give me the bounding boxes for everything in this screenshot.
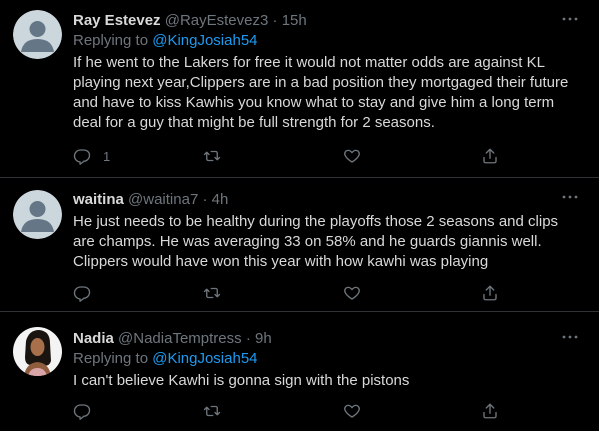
retweet-button[interactable] [203, 145, 221, 167]
more-icon[interactable] [561, 328, 579, 346]
tweet-text: I can't believe Kawhi is gonna sign with… [73, 372, 410, 389]
reply-icon [73, 149, 91, 165]
timestamp[interactable]: 15h [282, 12, 307, 29]
tweet-content: Ray Estevez @RayEstevez3 · 15h Replying … [73, 11, 583, 133]
like-button[interactable] [343, 400, 361, 422]
separator: · [272, 12, 278, 29]
avatar[interactable] [13, 190, 62, 239]
replying-to: Replying to @KingJosiah54 [73, 31, 583, 51]
like-button[interactable] [343, 282, 361, 304]
tweet-actions [73, 400, 503, 422]
mention-link[interactable]: @KingJosiah54 [152, 350, 257, 367]
tweet[interactable]: Nadia @NadiaTemptress · 9h Replying to @… [0, 312, 599, 431]
share-button[interactable] [481, 145, 499, 167]
tweet-text: He just needs to be healthy during the p… [73, 213, 559, 270]
reply-button[interactable] [73, 400, 91, 422]
user-handle[interactable]: @waitina7 [128, 191, 198, 208]
heart-icon [344, 404, 360, 418]
default-avatar-icon [13, 190, 62, 239]
reply-count: 1 [103, 148, 111, 164]
reply-icon [73, 404, 91, 420]
user-handle[interactable]: @NadiaTemptress [118, 330, 242, 347]
more-icon[interactable] [561, 10, 579, 28]
retweet-icon [203, 405, 221, 417]
tweet-header: Ray Estevez @RayEstevez3 · 15h [73, 11, 583, 31]
tweet[interactable]: Ray Estevez @RayEstevez3 · 15h Replying … [0, 0, 599, 178]
avatar[interactable] [13, 327, 62, 376]
default-avatar-icon [13, 10, 62, 59]
tweet-feed: Ray Estevez @RayEstevez3 · 15h Replying … [0, 0, 599, 431]
tweet-actions: 1 [73, 145, 503, 167]
display-name[interactable]: Ray Estevez [73, 12, 161, 29]
share-icon [483, 285, 497, 301]
tweet-header: waitina @waitina7 · 4h [73, 190, 583, 210]
user-handle[interactable]: @RayEstevez3 [165, 12, 269, 29]
display-name[interactable]: Nadia [73, 330, 114, 347]
tweet-actions [73, 282, 503, 304]
retweet-button[interactable] [203, 400, 221, 422]
replying-to-label: Replying to [73, 32, 153, 49]
separator: · [202, 191, 208, 208]
like-button[interactable] [343, 145, 361, 167]
display-name[interactable]: waitina [73, 191, 124, 208]
separator: · [245, 330, 251, 347]
reply-button[interactable]: 1 [73, 145, 110, 167]
share-icon [483, 403, 497, 419]
timestamp[interactable]: 4h [212, 191, 229, 208]
timestamp[interactable]: 9h [255, 330, 272, 347]
retweet-icon [203, 287, 221, 299]
avatar[interactable] [13, 10, 62, 59]
tweet-text: If he went to the Lakers for free it wou… [73, 54, 569, 131]
profile-photo-icon [13, 327, 62, 376]
replying-to: Replying to @KingJosiah54 [73, 349, 583, 369]
heart-icon [344, 149, 360, 163]
tweet-header: Nadia @NadiaTemptress · 9h [73, 329, 583, 349]
share-button[interactable] [481, 282, 499, 304]
share-icon [483, 148, 497, 164]
replying-to-label: Replying to [73, 350, 153, 367]
heart-icon [344, 286, 360, 300]
tweet-content: waitina @waitina7 · 4h He just needs to … [73, 190, 583, 272]
more-icon[interactable] [561, 188, 579, 206]
tweet[interactable]: waitina @waitina7 · 4h He just needs to … [0, 178, 599, 312]
share-button[interactable] [481, 400, 499, 422]
mention-link[interactable]: @KingJosiah54 [152, 32, 257, 49]
retweet-icon [203, 150, 221, 162]
retweet-button[interactable] [203, 282, 221, 304]
reply-icon [73, 286, 91, 302]
tweet-content: Nadia @NadiaTemptress · 9h Replying to @… [73, 329, 583, 391]
reply-button[interactable] [73, 282, 91, 304]
